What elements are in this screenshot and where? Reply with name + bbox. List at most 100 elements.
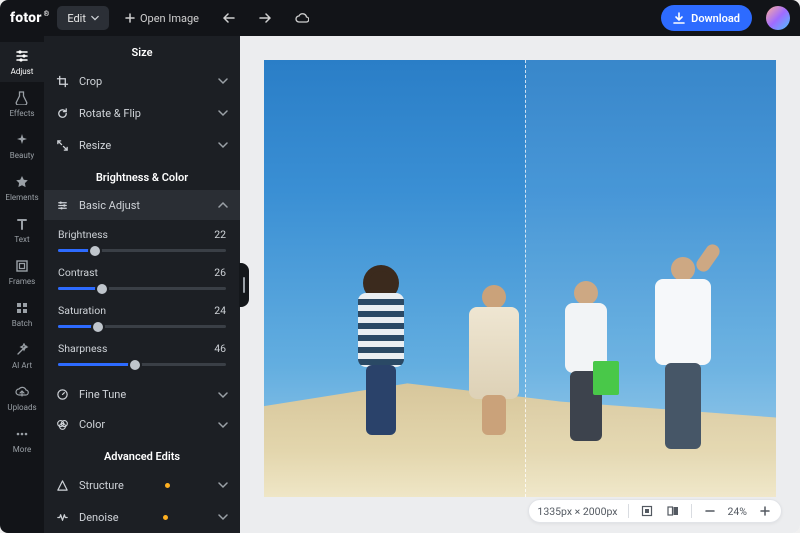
rail-label: Elements <box>5 193 38 202</box>
rail-item-text[interactable]: Text <box>0 210 44 250</box>
open-image-label: Open Image <box>140 12 199 25</box>
badge-amber <box>165 483 170 488</box>
row-structure[interactable]: Structure <box>44 469 240 501</box>
basic-adjust-label: Basic Adjust <box>79 199 140 212</box>
slider-label: Saturation <box>58 304 106 317</box>
badge-amber <box>163 515 168 520</box>
slider-label: Contrast <box>58 266 98 279</box>
compare-split-line[interactable] <box>525 60 526 497</box>
rail-label: More <box>13 445 31 454</box>
rail-item-elements[interactable]: Elements <box>0 168 44 208</box>
slider-brightness[interactable]: Brightness22 <box>44 220 240 258</box>
row-rotate[interactable]: Rotate & Flip <box>44 97 240 129</box>
download-button[interactable]: Download <box>661 5 752 31</box>
row-label: Rotate & Flip <box>79 107 141 120</box>
image-canvas[interactable] <box>264 60 776 497</box>
slider-track[interactable] <box>58 249 226 252</box>
zoom-out-button[interactable] <box>702 503 718 519</box>
slider-track[interactable] <box>58 363 226 366</box>
rail-label: Uploads <box>7 403 36 412</box>
slider-thumb[interactable] <box>130 360 140 370</box>
slider-value: 46 <box>214 342 226 355</box>
open-image-button[interactable]: Open Image <box>117 6 207 30</box>
figure-2 <box>459 245 529 445</box>
rail-item-more[interactable]: More <box>0 420 44 460</box>
fit-screen-button[interactable] <box>639 503 655 519</box>
slider-fill <box>58 325 98 328</box>
chevron-down-icon <box>218 512 228 522</box>
grid-icon <box>14 300 30 316</box>
rail-item-beauty[interactable]: Beauty <box>0 126 44 166</box>
zoom-in-button[interactable] <box>757 503 773 519</box>
rail-item-effects[interactable]: Effects <box>0 84 44 124</box>
canvas-area: 1335px × 2000px 24% <box>240 36 800 533</box>
resize-icon <box>56 139 69 152</box>
triangle-icon <box>56 479 69 492</box>
rail-label: Text <box>14 235 29 244</box>
download-label: Download <box>691 12 740 25</box>
slider-contrast[interactable]: Contrast 26 <box>44 258 240 296</box>
divider <box>691 504 692 518</box>
slider-label: Brightness <box>58 228 108 241</box>
slider-saturation[interactable]: Saturation24 <box>44 296 240 334</box>
rail-item-ai-art[interactable]: AI Art <box>0 336 44 376</box>
row-color[interactable]: Color <box>44 410 240 440</box>
section-title-advanced: Advanced Edits <box>44 440 240 469</box>
zoom-percent: 24% <box>728 505 748 518</box>
app-root: fotor® Edit Open Image <box>0 0 800 533</box>
text-icon <box>14 216 30 232</box>
divider <box>628 504 629 518</box>
row-fine-tune[interactable]: Fine Tune <box>44 380 240 410</box>
redo-button[interactable] <box>251 6 279 30</box>
edit-dropdown[interactable]: Edit <box>57 6 109 30</box>
denoise-icon <box>56 511 69 524</box>
slider-track[interactable] <box>58 287 226 290</box>
compare-button[interactable] <box>665 503 681 519</box>
brand-logo[interactable]: fotor® <box>10 10 49 26</box>
chevron-up-icon <box>218 200 228 210</box>
palette-icon <box>56 418 69 431</box>
chevron-down-icon <box>218 390 228 400</box>
rail-label: Effects <box>9 109 34 118</box>
adjust-panel: Size CropRotate & FlipResize Brightness … <box>44 36 240 533</box>
status-bar: 1335px × 2000px 24% <box>528 499 782 523</box>
rail-label: Batch <box>12 319 33 328</box>
chevron-down-icon <box>218 480 228 490</box>
row-resize[interactable]: Resize <box>44 129 240 161</box>
slider-sharpness[interactable]: Sharpness46 <box>44 334 240 372</box>
dial-icon <box>56 388 69 401</box>
figure-1 <box>346 245 416 445</box>
slider-thumb[interactable] <box>97 284 107 294</box>
rail-item-frames[interactable]: Frames <box>0 252 44 292</box>
status-dimensions: 1335px × 2000px <box>537 505 617 518</box>
slider-fill <box>58 363 135 366</box>
undo-button[interactable] <box>215 6 243 30</box>
chevron-down-icon <box>91 14 99 22</box>
photo-placeholder <box>264 60 776 497</box>
user-avatar[interactable] <box>766 6 790 30</box>
rail-item-batch[interactable]: Batch <box>0 294 44 334</box>
slider-thumb[interactable] <box>90 246 100 256</box>
more-icon <box>14 426 30 442</box>
rail-item-adjust[interactable]: Adjust <box>0 42 44 82</box>
edit-label: Edit <box>67 12 86 25</box>
sparkle-icon <box>14 132 30 148</box>
slider-thumb[interactable] <box>93 322 103 332</box>
panel-collapse-handle[interactable] <box>239 263 249 307</box>
rail-label: AI Art <box>12 361 32 370</box>
cloud-button[interactable] <box>287 6 317 30</box>
slider-track[interactable] <box>58 325 226 328</box>
wand-icon <box>14 342 30 358</box>
row-crop[interactable]: Crop <box>44 65 240 97</box>
registered-icon: ® <box>44 10 50 18</box>
slider-value: 26 <box>214 266 226 279</box>
cloud-icon <box>295 13 309 23</box>
rotate-icon <box>56 107 69 120</box>
left-rail: Adjust Effects Beauty Elements Text Frames Bat… <box>0 36 44 533</box>
rail-item-uploads[interactable]: Uploads <box>0 378 44 418</box>
row-denoise[interactable]: Denoise <box>44 501 240 533</box>
plus-icon <box>125 13 135 23</box>
cloud-up-icon <box>14 384 30 400</box>
body: Adjust Effects Beauty Elements Text Frames Bat… <box>0 36 800 533</box>
row-basic-adjust[interactable]: Basic Adjust <box>44 190 240 220</box>
